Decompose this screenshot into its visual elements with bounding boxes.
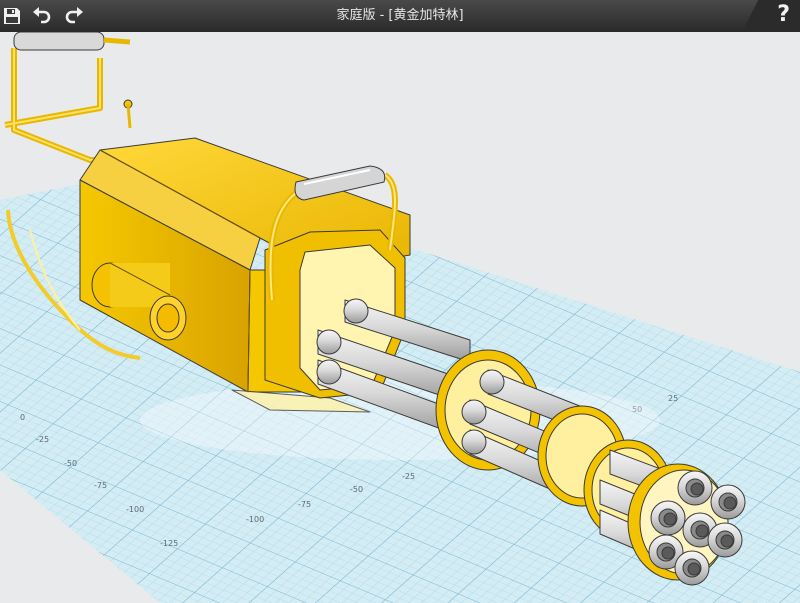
grid-label: -100: [126, 505, 144, 514]
grid-label: 25: [668, 394, 678, 403]
grid-label: -125: [160, 539, 178, 548]
grid-label: 0: [20, 413, 25, 422]
grid-label: -50: [64, 459, 77, 468]
grid-label: -100: [246, 515, 264, 524]
grid-label: -25: [402, 472, 415, 481]
help-icon[interactable]: ?: [777, 2, 790, 27]
3d-viewport[interactable]: 0 -25 -50 -75 -100 -125 -25 -50 -75 -100…: [0, 32, 800, 603]
grid-label: -50: [350, 485, 363, 494]
grid-label: -25: [36, 435, 49, 444]
grid-label: -75: [298, 500, 311, 509]
scene: 0 -25 -50 -75 -100 -125 -25 -50 -75 -100…: [0, 32, 800, 603]
window-title: 家庭版 - [黄金加特林]: [336, 8, 464, 23]
grid-label: -75: [94, 481, 107, 490]
title-bar: 家庭版 - [黄金加特林] ?: [0, 0, 800, 32]
